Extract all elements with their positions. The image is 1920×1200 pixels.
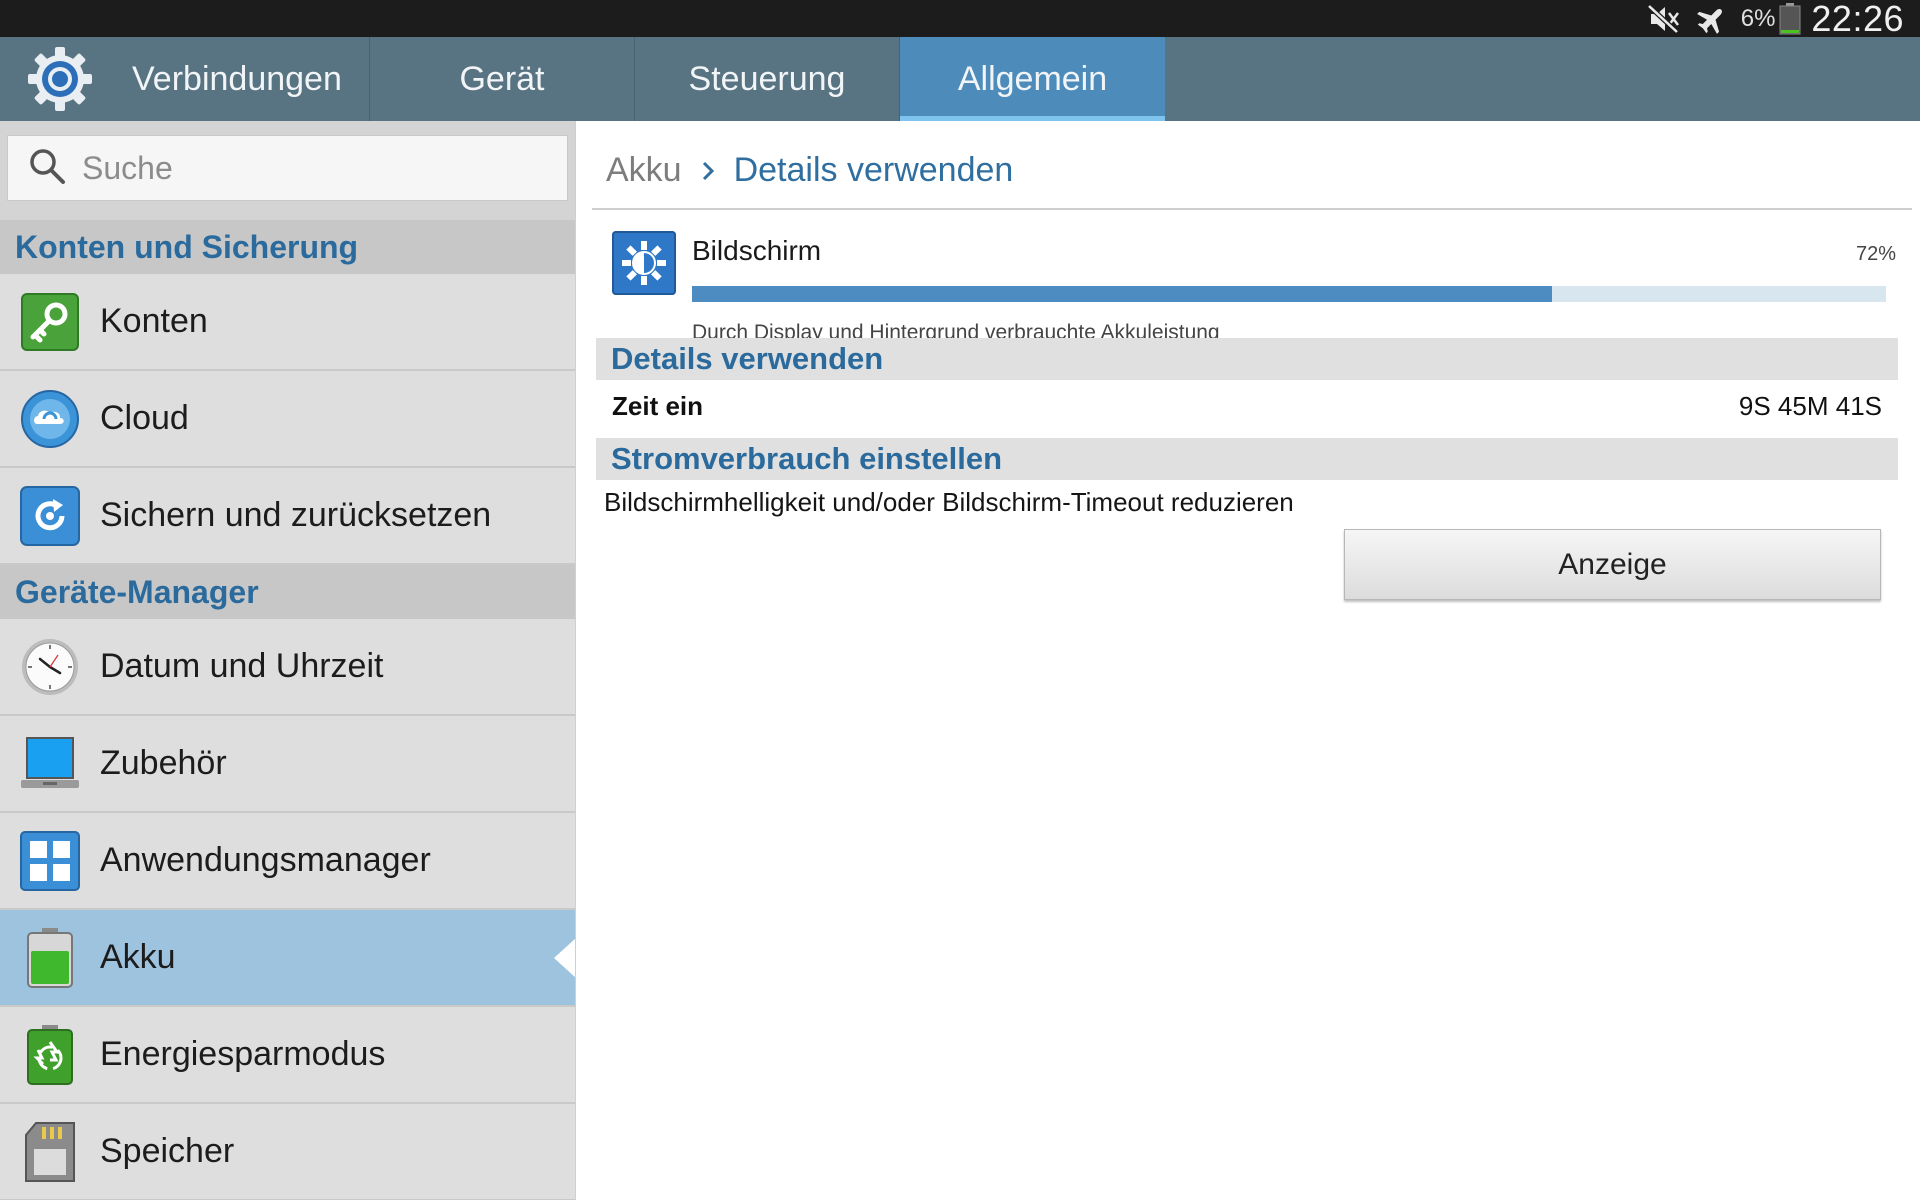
usage-item-screen: Bildschirm 72% Durch Display und Hinterg…	[612, 231, 1912, 344]
section-header-konten: Konten und Sicherung	[0, 220, 575, 274]
sidebar-item-datum-uhrzeit[interactable]: Datum und Uhrzeit	[0, 619, 575, 716]
battery-icon	[0, 927, 100, 989]
breadcrumb: Akku Details verwenden	[606, 151, 1013, 190]
search-container	[0, 121, 575, 220]
airplane-mode-icon	[1695, 4, 1729, 34]
power-saving-icon	[0, 1024, 100, 1086]
sidebar-item-label: Datum und Uhrzeit	[100, 647, 384, 685]
usage-percent: 72%	[1855, 243, 1896, 265]
mute-icon	[1647, 3, 1681, 34]
app-manager-icon	[0, 830, 100, 891]
key-icon	[0, 292, 100, 351]
usage-bar	[692, 286, 1886, 302]
tab-geraet[interactable]: Gerät	[370, 37, 635, 121]
storage-icon	[0, 1121, 100, 1183]
breadcrumb-current: Details verwenden	[733, 151, 1014, 189]
tab-verbindungen[interactable]: Verbindungen	[120, 37, 370, 121]
display-settings-button[interactable]: Anzeige	[1344, 529, 1881, 600]
section-header-geraete-manager: Geräte-Manager	[0, 565, 575, 619]
time-on-row: Zeit ein 9S 45M 41S	[596, 381, 1898, 431]
adjust-power-header: Stromverbrauch einstellen	[596, 438, 1898, 480]
battery-icon	[1779, 2, 1801, 35]
sidebar-item-label: Akku	[100, 938, 176, 976]
settings-gear-icon[interactable]	[0, 37, 120, 121]
tab-steuerung[interactable]: Steuerung	[635, 37, 900, 121]
tab-allgemein[interactable]: Allgemein	[900, 37, 1165, 121]
sidebar-item-energiesparmodus[interactable]: Energiesparmodus	[0, 1007, 575, 1104]
battery-percent: 6%	[1740, 4, 1776, 32]
sidebar-item-akku[interactable]: Akku	[0, 910, 575, 1007]
sidebar-item-label: Sichern und zurücksetzen	[100, 496, 492, 534]
sidebar-item-cloud[interactable]: Cloud	[0, 371, 575, 468]
sidebar-item-label: Energiesparmodus	[100, 1035, 386, 1073]
backup-restore-icon	[0, 485, 100, 546]
search-box[interactable]	[7, 135, 568, 201]
clock: 22:26	[1811, 0, 1904, 39]
sidebar-item-label: Cloud	[100, 399, 189, 437]
sidebar-item-label: Anwendungsmanager	[100, 841, 431, 879]
search-input[interactable]	[80, 148, 524, 188]
cloud-icon	[0, 389, 100, 449]
breadcrumb-parent[interactable]: Akku	[606, 151, 682, 190]
sidebar-item-label: Konten	[100, 302, 208, 340]
details-header: Details verwenden	[596, 338, 1898, 380]
clock-icon	[0, 637, 100, 697]
divider	[592, 208, 1912, 210]
sidebar-item-zubehoer[interactable]: Zubehör	[0, 716, 575, 813]
sidebar-item-anwendungsmanager[interactable]: Anwendungsmanager	[0, 813, 575, 910]
adjust-power-description: Bildschirmhelligkeit und/oder Bildschirm…	[604, 487, 1294, 517]
usage-name: Bildschirm	[692, 235, 822, 266]
sidebar-item-sichern[interactable]: Sichern und zurücksetzen	[0, 468, 575, 565]
sidebar-item-label: Zubehör	[100, 744, 227, 782]
sidebar-item-label: Speicher	[100, 1132, 235, 1170]
accessory-icon	[0, 736, 100, 792]
search-icon	[28, 147, 66, 190]
settings-tab-bar: Verbindungen Gerät Steuerung Allgemein	[0, 37, 1920, 121]
sidebar-item-speicher[interactable]: Speicher	[0, 1104, 575, 1200]
settings-sidebar: Konten und Sicherung Konten Cloud	[0, 121, 576, 1200]
usage-bar-fill	[692, 286, 1552, 302]
battery-details-panel: Akku Details verwenden Bildschirm 72% Du…	[576, 121, 1920, 1200]
status-bar: 6% 22:26	[0, 0, 1920, 39]
time-on-value: 9S 45M 41S	[1738, 390, 1882, 421]
brightness-icon	[612, 231, 676, 295]
chevron-right-icon	[700, 160, 716, 182]
sidebar-item-konten[interactable]: Konten	[0, 274, 575, 371]
time-on-label: Zeit ein	[612, 390, 704, 421]
